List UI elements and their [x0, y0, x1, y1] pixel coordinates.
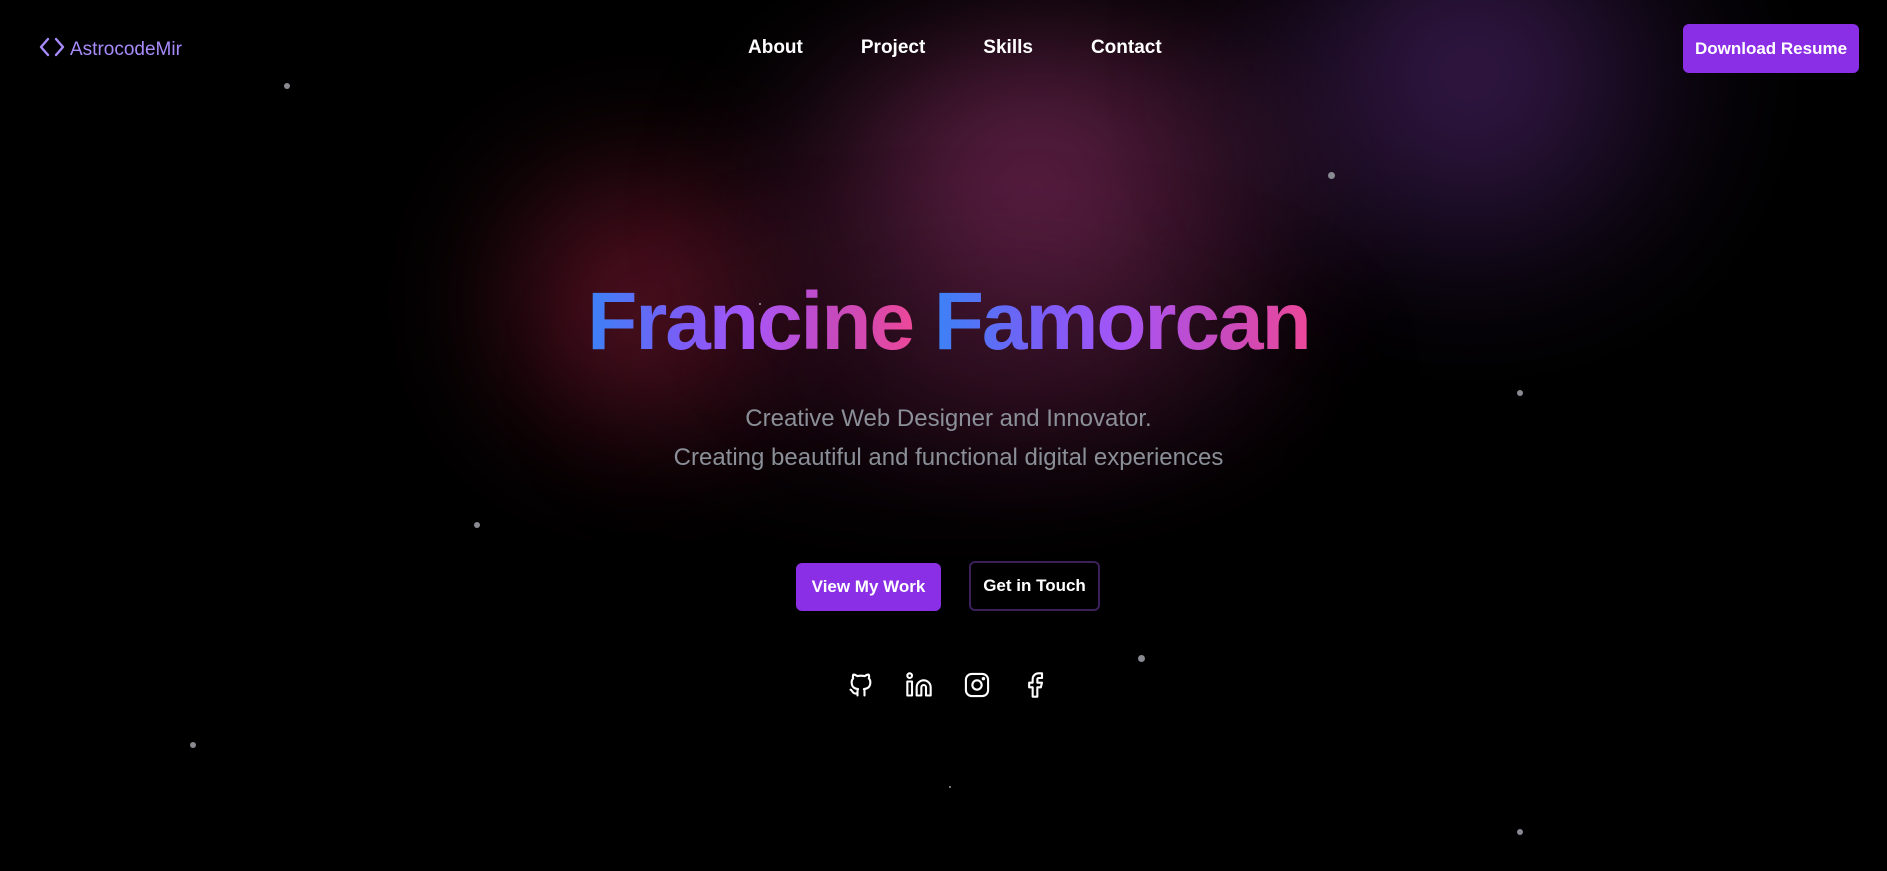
get-in-touch-button[interactable]: Get in Touch	[969, 561, 1100, 611]
hero-title: Francine Famorcan	[0, 272, 1887, 372]
page: AstrocodeMir About Project Skills Contac…	[0, 0, 1887, 871]
logo[interactable]: AstrocodeMir	[38, 36, 182, 64]
social-links	[846, 670, 1050, 700]
linkedin-icon	[906, 672, 932, 697]
background-glow-pink	[720, 20, 1420, 440]
star	[1517, 829, 1523, 835]
instagram-icon	[964, 672, 990, 698]
instagram-link[interactable]	[962, 670, 992, 700]
hero-first-name: Francine	[587, 276, 915, 367]
github-icon	[849, 673, 872, 697]
nav-item-project[interactable]: Project	[861, 37, 925, 59]
star	[1138, 655, 1145, 662]
star	[474, 522, 480, 528]
star	[949, 786, 951, 788]
github-link[interactable]	[846, 670, 876, 700]
main-nav: About Project Skills Contact	[748, 37, 1162, 59]
facebook-link[interactable]	[1020, 670, 1050, 700]
code-brackets-icon	[38, 36, 70, 64]
star	[1517, 390, 1523, 396]
nav-item-skills[interactable]: Skills	[983, 37, 1033, 59]
nav-item-contact[interactable]: Contact	[1091, 37, 1162, 59]
view-my-work-button[interactable]: View My Work	[796, 563, 941, 611]
star	[1328, 172, 1335, 179]
hero-tagline: Creative Web Designer and Innovator.	[745, 405, 1152, 432]
hero-last-name: Famorcan	[933, 276, 1312, 367]
star	[284, 83, 290, 89]
nav-item-about[interactable]: About	[748, 37, 803, 59]
star	[190, 742, 196, 748]
download-resume-button[interactable]: Download Resume	[1683, 24, 1859, 73]
linkedin-link[interactable]	[904, 670, 934, 700]
hero-description: Creating beautiful and functional digita…	[673, 444, 1224, 471]
logo-text: AstrocodeMir	[70, 39, 182, 60]
facebook-icon	[1028, 672, 1044, 698]
